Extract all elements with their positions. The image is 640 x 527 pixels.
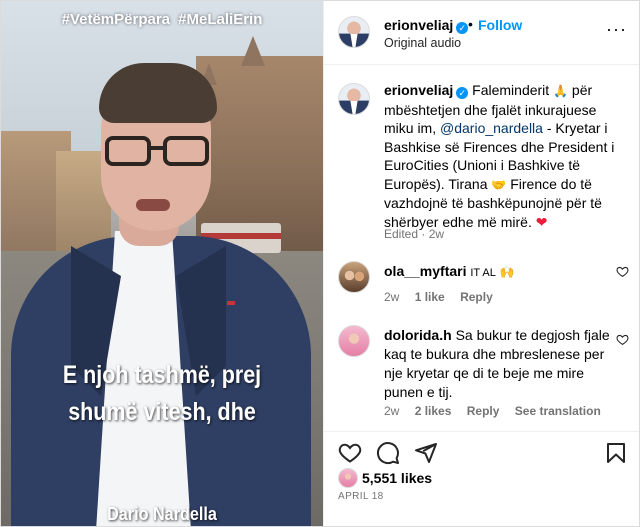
commenter-avatar[interactable] xyxy=(338,261,370,293)
verified-badge-icon: ✓ xyxy=(456,22,469,34)
comment-time[interactable]: 2w xyxy=(384,404,399,418)
mention-link[interactable]: @dario_nardella xyxy=(440,120,543,136)
subtitle-line-1: E njoh tashmë, prej xyxy=(62,361,262,389)
raised-hands-emoji-icon: 🙌 xyxy=(499,265,515,279)
speaker-pin xyxy=(227,301,235,305)
comment-icon[interactable] xyxy=(376,441,400,465)
follow-button[interactable]: Follow xyxy=(478,17,522,33)
video-subtitle: E njoh tashmë, prej shumë vitesh, dhe xyxy=(24,357,301,431)
comment-likes-count[interactable]: 1 like xyxy=(415,290,445,304)
original-audio-link[interactable]: Original audio xyxy=(384,36,461,50)
post-date[interactable]: APRIL 18 xyxy=(338,491,384,502)
comments-section[interactable]: erionveliaj ✓ Faleminderit 🙏 për mbështet… xyxy=(324,65,639,431)
comment-like-icon[interactable] xyxy=(616,333,629,349)
comment-text: IT AL xyxy=(470,267,496,279)
video-hashtags: #VetëmPërpara #MeLaliErin xyxy=(61,11,263,28)
author-username[interactable]: erionveliaj ✓ xyxy=(384,17,469,34)
see-translation-button[interactable]: See translation xyxy=(515,404,601,418)
comment-body: ola__myftari IT AL 🙌 xyxy=(384,262,614,283)
speaker-hair xyxy=(99,63,217,123)
caption-username[interactable]: erionveliaj xyxy=(384,82,453,98)
commenter-avatar[interactable] xyxy=(338,325,370,357)
reel-video[interactable]: #VetëmPërpara #MeLaliErin E njoh tashmë,… xyxy=(1,1,323,526)
caption-text: Faleminderit xyxy=(472,82,550,98)
author-avatar[interactable] xyxy=(338,16,370,48)
post-modal: #VetëmPërpara #MeLaliErin E njoh tashmë,… xyxy=(0,0,640,527)
caption-meta: Edited · 2w xyxy=(384,227,445,241)
handshake-emoji-icon: 🤝 xyxy=(491,177,507,192)
share-icon[interactable] xyxy=(414,441,438,465)
comment-reply-button[interactable]: Reply xyxy=(467,404,500,418)
likes-summary: 5,551 likes xyxy=(338,468,628,490)
comment-body: dolorida.h Sa bukur te degjosh fjale kaq… xyxy=(384,326,614,402)
caption-author-avatar[interactable] xyxy=(338,83,370,115)
comment-likes-count[interactable]: 2 likes xyxy=(415,404,452,418)
comment-time[interactable]: 2w xyxy=(384,290,399,304)
pray-emoji-icon: 🙏 xyxy=(553,84,569,98)
speaker-mouth xyxy=(136,199,170,211)
author-username-text[interactable]: erionveliaj xyxy=(384,17,453,33)
commenter-username[interactable]: ola__myftari xyxy=(384,263,466,279)
post-actions: 5,551 likes APRIL 18 xyxy=(324,431,639,526)
subtitle-line-2: shumë vitesh, dhe xyxy=(68,398,256,426)
commenter-username[interactable]: dolorida.h xyxy=(384,327,452,343)
caption-body: erionveliaj ✓ Faleminderit 🙏 për mbështet… xyxy=(384,81,629,232)
verified-badge-icon: ✓ xyxy=(456,87,469,99)
post-side-panel: erionveliaj ✓ • Follow Original audio ···… xyxy=(323,1,639,526)
more-options-icon[interactable]: ··· xyxy=(606,19,627,40)
speaker-glasses xyxy=(103,136,211,168)
caption-time[interactable]: 2w xyxy=(429,227,444,241)
comment-reply-button[interactable]: Reply xyxy=(460,290,493,304)
post-header: erionveliaj ✓ • Follow Original audio ··· xyxy=(324,1,639,65)
likes-count[interactable]: 5,551 likes xyxy=(362,470,432,486)
bookmark-icon[interactable] xyxy=(604,441,628,465)
video-name-tag: Dario Nardella xyxy=(107,504,217,524)
heart-icon[interactable] xyxy=(338,441,362,465)
comment-like-icon[interactable] xyxy=(616,265,629,281)
liker-avatar[interactable] xyxy=(338,468,358,488)
red-heart-emoji-icon: ❤ xyxy=(535,214,548,231)
comment-meta: 2w 2 likes Reply See translation xyxy=(384,404,613,418)
header-separator: • xyxy=(468,16,473,32)
edited-label: Edited xyxy=(384,227,419,241)
comment-meta: 2w 1 like Reply xyxy=(384,290,505,304)
